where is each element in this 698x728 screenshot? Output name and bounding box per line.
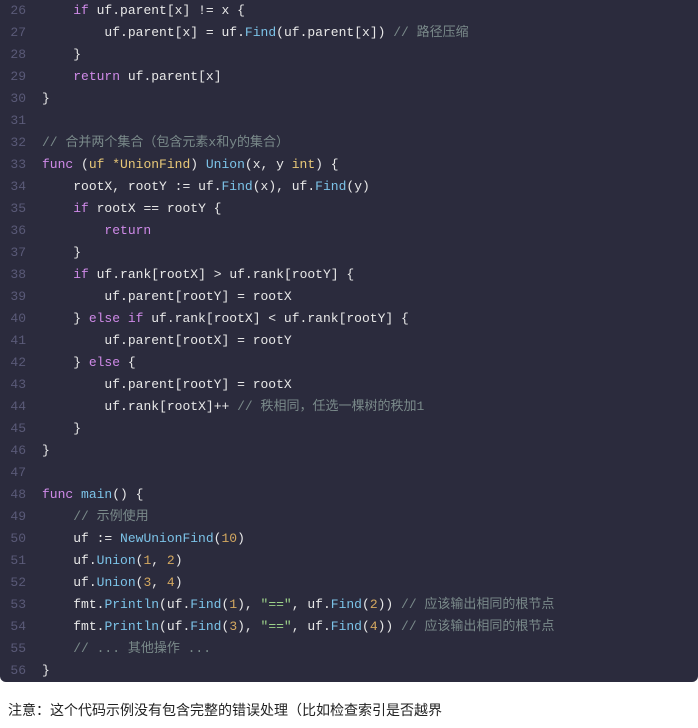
code-line: 49 // 示例使用 xyxy=(0,506,698,528)
line-number: 45 xyxy=(0,418,38,440)
line-number: 32 xyxy=(0,132,38,154)
code-line: 40 } else if uf.rank[rootX] < uf.rank[ro… xyxy=(0,308,698,330)
code-line: 38 if uf.rank[rootX] > uf.rank[rootY] { xyxy=(0,264,698,286)
line-number: 50 xyxy=(0,528,38,550)
code-line: 43 uf.parent[rootY] = rootX xyxy=(0,374,698,396)
line-number: 43 xyxy=(0,374,38,396)
code-line: 44 uf.rank[rootX]++ // 秩相同，任选一棵树的秩加1 xyxy=(0,396,698,418)
code-line: 42 } else { xyxy=(0,352,698,374)
line-number: 30 xyxy=(0,88,38,110)
code-line: 34 rootX, rootY := uf.Find(x), uf.Find(y… xyxy=(0,176,698,198)
line-number: 29 xyxy=(0,66,38,88)
line-content: return xyxy=(38,220,151,242)
code-line: 26 if uf.parent[x] != x { xyxy=(0,0,698,22)
line-number: 36 xyxy=(0,220,38,242)
code-line: 50 uf := NewUnionFind(10) xyxy=(0,528,698,550)
line-content: uf.rank[rootX]++ // 秩相同，任选一棵树的秩加1 xyxy=(38,396,424,418)
line-number: 34 xyxy=(0,176,38,198)
line-number: 49 xyxy=(0,506,38,528)
line-number: 51 xyxy=(0,550,38,572)
line-content: func main() { xyxy=(38,484,143,506)
line-number: 28 xyxy=(0,44,38,66)
line-content: fmt.Println(uf.Find(1), "==", uf.Find(2)… xyxy=(38,594,554,616)
line-number: 26 xyxy=(0,0,38,22)
line-content: if rootX == rootY { xyxy=(38,198,221,220)
line-content: if uf.rank[rootX] > uf.rank[rootY] { xyxy=(38,264,354,286)
footer-note: 注意：这个代码示例没有包含完整的错误处理（比如检查索引是否越界 xyxy=(0,696,698,724)
line-number: 47 xyxy=(0,462,38,484)
code-line: 30} xyxy=(0,88,698,110)
line-content: uf.parent[x] = uf.Find(uf.parent[x]) // … xyxy=(38,22,469,44)
line-content: return uf.parent[x] xyxy=(38,66,222,88)
footer-text: 注意：这个代码示例没有包含完整的错误处理（比如检查索引是否越界 xyxy=(8,702,442,718)
line-number: 27 xyxy=(0,22,38,44)
line-content: } else { xyxy=(38,352,136,374)
line-content: } xyxy=(38,418,81,440)
line-content xyxy=(38,462,42,484)
code-line: 32// 合并两个集合（包含元素x和y的集合） xyxy=(0,132,698,154)
line-number: 42 xyxy=(0,352,38,374)
code-line: 27 uf.parent[x] = uf.Find(uf.parent[x]) … xyxy=(0,22,698,44)
line-content: // 示例使用 xyxy=(38,506,149,528)
code-block: 26 if uf.parent[x] != x {27 uf.parent[x]… xyxy=(0,0,698,682)
line-content: uf.Union(3, 4) xyxy=(38,572,183,594)
line-number: 40 xyxy=(0,308,38,330)
code-line: 48func main() { xyxy=(0,484,698,506)
line-content: uf.parent[rootX] = rootY xyxy=(38,330,292,352)
code-line: 33func (uf *UnionFind) Union(x, y int) { xyxy=(0,154,698,176)
line-number: 55 xyxy=(0,638,38,660)
line-content: uf.parent[rootY] = rootX xyxy=(38,286,292,308)
line-number: 46 xyxy=(0,440,38,462)
line-content: rootX, rootY := uf.Find(x), uf.Find(y) xyxy=(38,176,370,198)
line-content: } xyxy=(38,242,81,264)
code-line: 53 fmt.Println(uf.Find(1), "==", uf.Find… xyxy=(0,594,698,616)
code-line: 56} xyxy=(0,660,698,682)
code-line: 45 } xyxy=(0,418,698,440)
line-content: // 合并两个集合（包含元素x和y的集合） xyxy=(38,132,289,154)
code-line: 46} xyxy=(0,440,698,462)
line-content: uf.parent[rootY] = rootX xyxy=(38,374,292,396)
code-line: 28 } xyxy=(0,44,698,66)
line-content: uf.Union(1, 2) xyxy=(38,550,183,572)
line-content: if uf.parent[x] != x { xyxy=(38,0,245,22)
line-content: fmt.Println(uf.Find(3), "==", uf.Find(4)… xyxy=(38,616,554,638)
code-line: 37 } xyxy=(0,242,698,264)
line-content: } xyxy=(38,88,50,110)
line-number: 54 xyxy=(0,616,38,638)
line-number: 41 xyxy=(0,330,38,352)
line-number: 31 xyxy=(0,110,38,132)
line-content: } xyxy=(38,440,50,462)
line-content: // ... 其他操作 ... xyxy=(38,638,211,660)
code-line: 47 xyxy=(0,462,698,484)
line-number: 35 xyxy=(0,198,38,220)
code-line: 39 uf.parent[rootY] = rootX xyxy=(0,286,698,308)
line-content: uf := NewUnionFind(10) xyxy=(38,528,245,550)
code-line: 29 return uf.parent[x] xyxy=(0,66,698,88)
line-number: 52 xyxy=(0,572,38,594)
line-content: } xyxy=(38,44,81,66)
code-line: 54 fmt.Println(uf.Find(3), "==", uf.Find… xyxy=(0,616,698,638)
code-line: 52 uf.Union(3, 4) xyxy=(0,572,698,594)
code-line: 36 return xyxy=(0,220,698,242)
code-line: 51 uf.Union(1, 2) xyxy=(0,550,698,572)
line-content xyxy=(38,110,42,132)
line-number: 39 xyxy=(0,286,38,308)
line-number: 56 xyxy=(0,660,38,682)
line-content: } xyxy=(38,660,50,682)
line-content: func (uf *UnionFind) Union(x, y int) { xyxy=(38,154,339,176)
line-number: 37 xyxy=(0,242,38,264)
line-number: 44 xyxy=(0,396,38,418)
line-number: 38 xyxy=(0,264,38,286)
code-line: 35 if rootX == rootY { xyxy=(0,198,698,220)
code-line: 31 xyxy=(0,110,698,132)
line-number: 33 xyxy=(0,154,38,176)
line-number: 48 xyxy=(0,484,38,506)
line-number: 53 xyxy=(0,594,38,616)
code-line: 55 // ... 其他操作 ... xyxy=(0,638,698,660)
line-content: } else if uf.rank[rootX] < uf.rank[rootY… xyxy=(38,308,409,330)
code-lines-container: 26 if uf.parent[x] != x {27 uf.parent[x]… xyxy=(0,0,698,682)
code-line: 41 uf.parent[rootX] = rootY xyxy=(0,330,698,352)
